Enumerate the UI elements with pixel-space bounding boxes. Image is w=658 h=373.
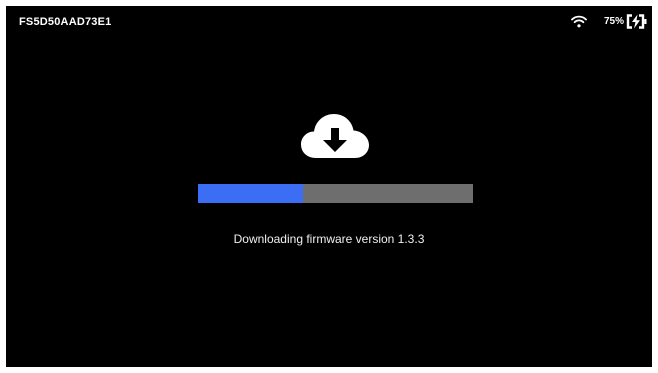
battery-percent: 75%	[604, 16, 625, 27]
battery-charging-icon	[626, 14, 647, 29]
cloud-download-icon	[301, 114, 369, 158]
device-id: FS5D50AAD73E1	[19, 16, 112, 28]
device-screen: FS5D50AAD73E1 75% Downloading firmware v…	[6, 6, 652, 367]
wifi-icon	[571, 15, 587, 28]
download-progress-bar	[198, 184, 473, 203]
download-status-message: Downloading firmware version 1.3.3	[233, 232, 425, 246]
download-progress-fill	[198, 184, 303, 203]
